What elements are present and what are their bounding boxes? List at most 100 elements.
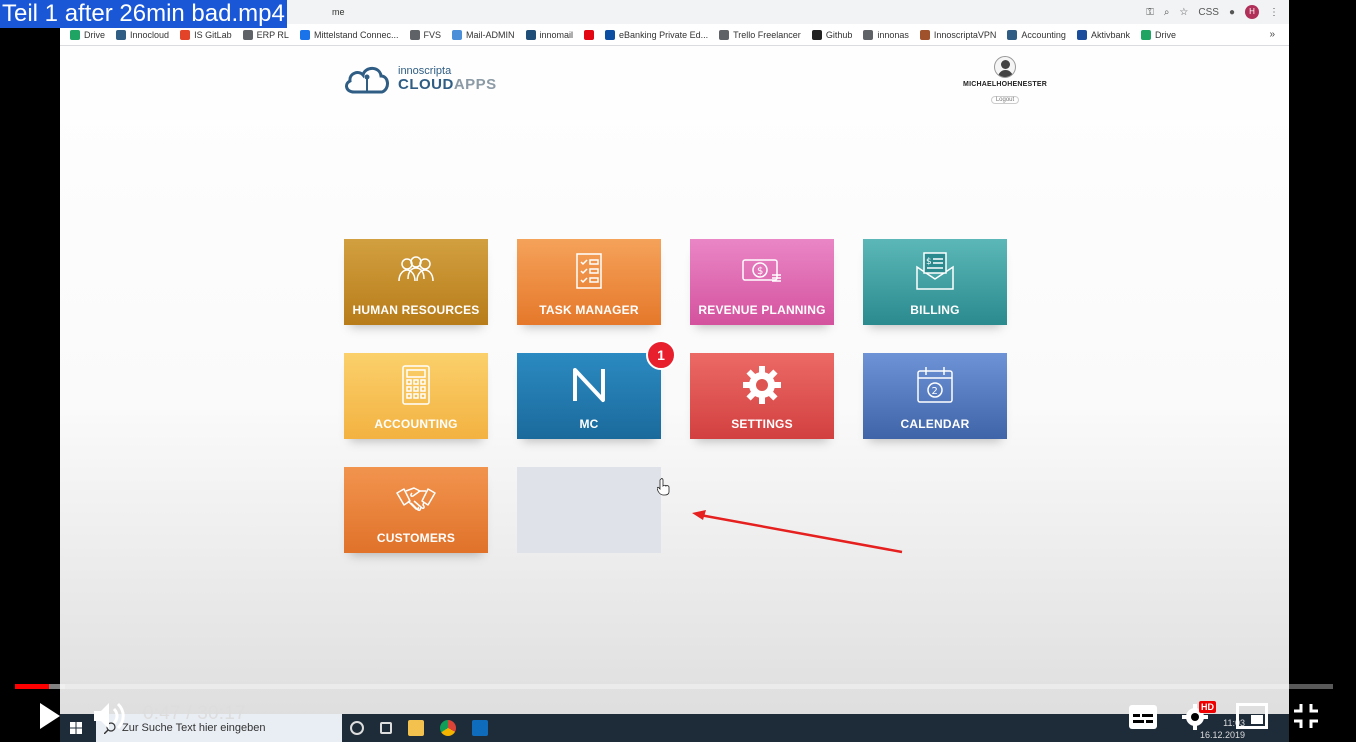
bookmark-item[interactable]: IS GitLab: [180, 29, 232, 40]
bookmark-label: Innocloud: [130, 29, 170, 40]
bookmark-label: innonas: [877, 29, 909, 40]
bookmark-icon: [719, 29, 730, 40]
bookmark-icon: [1076, 29, 1087, 40]
gear-icon: [743, 366, 781, 404]
tile-settings[interactable]: SETTINGS: [690, 353, 834, 439]
menu-icon[interactable]: ⋮: [1269, 7, 1279, 18]
settings-button[interactable]: HD: [1182, 701, 1216, 731]
tile-label: SETTINGS: [731, 417, 793, 431]
key-icon[interactable]: ⚿: [1146, 7, 1154, 18]
bookmark-label: FVS: [423, 29, 442, 40]
url-bar[interactable]: me: [332, 7, 345, 17]
bookmark-item[interactable]: innonas: [863, 29, 909, 40]
bookmark-icon: [452, 29, 463, 40]
bookmark-icon: [525, 29, 536, 40]
user-menu: MICHAELHOHENESTER Logout: [950, 56, 1060, 106]
tile-task-manager[interactable]: TASK MANAGER: [517, 239, 661, 325]
brand-product: CLOUDAPPS: [398, 75, 497, 93]
tile-label: TASK MANAGER: [539, 303, 639, 317]
tile-empty-placeholder[interactable]: [517, 467, 661, 553]
bookmark-label: innomail: [539, 29, 574, 40]
calculator-icon: [402, 365, 430, 405]
bookmark-icon: [180, 29, 191, 40]
bookmark-item[interactable]: eBanking Private Ed...: [605, 29, 709, 40]
tile-customers[interactable]: CUSTOMERS: [344, 467, 488, 553]
svg-text:$: $: [757, 266, 763, 277]
zoom-icon[interactable]: ⌕: [1164, 7, 1170, 18]
video-progress-bar[interactable]: [15, 684, 1333, 689]
tile-mc[interactable]: MC 1: [517, 340, 676, 439]
tile-accounting[interactable]: ACCOUNTING: [344, 353, 488, 439]
bookmarks-overflow-button[interactable]: »: [1269, 29, 1275, 40]
tile-billing[interactable]: $ BILLING: [863, 239, 1007, 325]
bookmark-item[interactable]: Drive: [1140, 29, 1176, 40]
video-controls: 0:47 / 30:17 HD: [0, 695, 1356, 742]
bookmark-icon: [409, 29, 420, 40]
miniplayer-icon[interactable]: [1236, 703, 1268, 729]
bookmark-label: Trello Freelancer: [733, 29, 801, 40]
tile-revenue-planning[interactable]: $ REVENUE PLANNING: [690, 239, 834, 325]
money-icon: $: [742, 259, 781, 282]
subtitles-icon[interactable]: [1128, 704, 1158, 730]
annotation-arrow: [692, 510, 903, 554]
tile-label: MC: [579, 417, 599, 431]
bookmark-label: Mail-ADMIN: [466, 29, 515, 40]
avatar[interactable]: [994, 56, 1016, 78]
bookmark-label: Drive: [1154, 29, 1176, 40]
bookmark-item[interactable]: Aktivbank: [1076, 29, 1130, 40]
video-player[interactable]: me ⚿ ⌕ ☆ CSS ● H ⋮ Drive Innocloud IS GitL…: [0, 0, 1356, 742]
play-button[interactable]: [38, 701, 62, 731]
time-current: 0:47: [143, 703, 181, 724]
bookmark-item[interactable]: Trello Freelancer: [719, 29, 801, 40]
bookmark-label: IS GitLab: [194, 29, 232, 40]
people-icon: [398, 256, 434, 282]
calendar-icon: 2: [917, 367, 953, 403]
app-logo[interactable]: innoscripta CLOUDAPPS: [342, 62, 497, 96]
volume-icon[interactable]: [92, 699, 128, 733]
bookmark-icon: [299, 29, 310, 40]
profile-avatar[interactable]: H: [1245, 5, 1259, 19]
bookmark-label: Aktivbank: [1090, 29, 1130, 40]
star-icon[interactable]: ☆: [1179, 7, 1188, 18]
bookmark-label: eBanking Private Ed...: [619, 29, 709, 40]
bookmark-item[interactable]: innomail: [525, 29, 574, 40]
time-display: 0:47 / 30:17: [143, 703, 246, 725]
bookmark-item[interactable]: Github: [811, 29, 852, 40]
tile-label: CALENDAR: [900, 417, 970, 431]
notification-badge: 1: [646, 340, 676, 370]
bookmark-icon: [70, 29, 80, 40]
bookmark-item[interactable]: Drive: [70, 29, 106, 40]
hand-cursor-icon: [657, 478, 670, 496]
tile-label: ACCOUNTING: [374, 417, 458, 431]
bookmark-item[interactable]: [584, 29, 595, 40]
tile-label: CUSTOMERS: [376, 531, 456, 545]
played-bar: [15, 684, 50, 689]
tile-human-resources[interactable]: HUMAN RESOURCES: [344, 239, 488, 325]
logout-button[interactable]: Logout: [990, 96, 1020, 104]
bookmark-icon: [605, 29, 616, 40]
exit-fullscreen-icon[interactable]: [1292, 702, 1320, 730]
mc-logo-icon: [573, 368, 605, 402]
hd-badge: HD: [1199, 701, 1216, 713]
browser-window: me ⚿ ⌕ ☆ CSS ● H ⋮ Drive Innocloud IS GitL…: [60, 0, 1289, 742]
checklist-icon: [576, 253, 602, 289]
bookmark-label: Drive: [84, 29, 106, 40]
cloud-logo-icon: [345, 66, 389, 94]
bookmark-item[interactable]: FVS: [409, 29, 442, 40]
bookmark-item[interactable]: ERP RL: [242, 29, 289, 40]
tile-label: REVENUE PLANNING: [698, 303, 826, 317]
invoice-envelope-icon: $: [916, 252, 954, 290]
svg-text:2: 2: [932, 386, 938, 397]
bookmark-icon: [116, 29, 127, 40]
bookmark-item[interactable]: Mittelstand Connec...: [299, 29, 399, 40]
bookmark-item[interactable]: Innocloud: [116, 29, 170, 40]
bookmark-icon: [1007, 29, 1018, 40]
bookmark-item[interactable]: Mail-ADMIN: [452, 29, 515, 40]
tile-calendar[interactable]: 2 CALENDAR: [863, 353, 1007, 439]
tile-label: HUMAN RESOURCES: [352, 303, 480, 317]
bookmark-item[interactable]: Accounting: [1007, 29, 1066, 40]
bookmark-item[interactable]: InnoscriptaVPN: [919, 29, 996, 40]
extension-icon[interactable]: ●: [1229, 7, 1235, 18]
css-extension-icon[interactable]: CSS: [1198, 7, 1219, 18]
svg-text:$: $: [926, 257, 932, 267]
